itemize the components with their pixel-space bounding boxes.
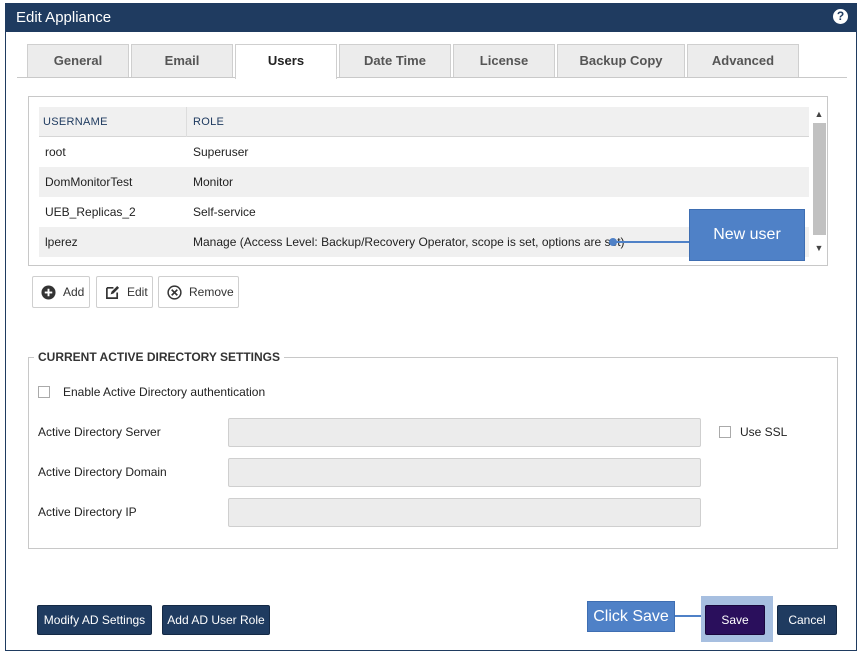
cell-role: Monitor (193, 175, 234, 189)
cell-username: UEB_Replicas_2 (45, 205, 136, 219)
tab-license[interactable]: License (453, 44, 555, 78)
save-callout-connector (675, 615, 703, 617)
tab-advanced[interactable]: Advanced (687, 44, 799, 78)
add-button-label: Add (63, 285, 85, 299)
ad-domain-input[interactable] (228, 458, 701, 487)
cell-role: Self-service (193, 205, 256, 219)
tab-backup-copy[interactable]: Backup Copy (557, 44, 685, 78)
tab-email[interactable]: Email (131, 44, 233, 78)
tab-general[interactable]: General (27, 44, 129, 78)
cell-role: Manage (Access Level: Backup/Recovery Op… (193, 235, 625, 249)
table-row[interactable]: root Superuser (39, 137, 809, 167)
ad-ip-input[interactable] (228, 498, 701, 527)
table-row[interactable]: DomMonitorTest Monitor (39, 167, 809, 197)
enable-ad-checkbox[interactable] (38, 386, 50, 398)
enable-ad-label: Enable Active Directory authentication (63, 385, 266, 399)
remove-user-button[interactable]: Remove (158, 276, 239, 308)
edit-button-label: Edit (127, 285, 148, 299)
cell-username: lperez (45, 235, 78, 249)
dialog-title: Edit Appliance (16, 9, 112, 26)
save-button[interactable]: Save (705, 605, 765, 635)
use-ssl-checkbox[interactable] (719, 426, 731, 438)
column-header-username[interactable]: USERNAME (43, 116, 108, 128)
cell-role: Superuser (193, 145, 249, 159)
use-ssl-label: Use SSL (740, 425, 788, 439)
tab-bar: General Email Users Date Time License Ba… (17, 44, 847, 79)
plus-circle-icon (41, 285, 56, 300)
ad-ip-label: Active Directory IP (38, 505, 137, 519)
remove-circle-icon (167, 285, 182, 300)
tab-underline (17, 77, 847, 78)
scroll-down-icon[interactable]: ▼ (811, 241, 827, 255)
tab-users[interactable]: Users (235, 44, 337, 79)
tab-date-time[interactable]: Date Time (339, 44, 451, 78)
cell-username: DomMonitorTest (45, 175, 133, 189)
grid-scrollbar[interactable]: ▲ ▼ (811, 107, 827, 257)
help-icon[interactable]: ? (833, 9, 848, 24)
grid-header: USERNAME ROLE (39, 107, 809, 137)
scroll-up-icon[interactable]: ▲ (811, 107, 827, 121)
ad-server-label: Active Directory Server (38, 425, 161, 439)
callout-connector (613, 241, 689, 243)
dialog-titlebar: Edit Appliance ? (6, 4, 856, 32)
column-separator (186, 107, 187, 137)
cell-username: root (45, 145, 66, 159)
column-header-role[interactable]: ROLE (193, 116, 224, 128)
ad-domain-label: Active Directory Domain (38, 465, 167, 479)
ad-settings-legend: CURRENT ACTIVE DIRECTORY SETTINGS (34, 350, 285, 364)
edit-user-button[interactable]: Edit (96, 276, 153, 308)
add-user-button[interactable]: Add (32, 276, 90, 308)
scroll-thumb[interactable] (813, 123, 826, 235)
modify-ad-settings-button[interactable]: Modify AD Settings (37, 605, 152, 635)
callout-dot (609, 238, 617, 246)
new-user-callout: New user (689, 209, 805, 261)
ad-server-input[interactable] (228, 418, 701, 447)
cancel-button[interactable]: Cancel (777, 605, 837, 635)
remove-button-label: Remove (189, 285, 234, 299)
click-save-callout: Click Save (587, 601, 675, 632)
add-ad-user-role-button[interactable]: Add AD User Role (162, 605, 270, 635)
edit-icon (106, 285, 120, 299)
